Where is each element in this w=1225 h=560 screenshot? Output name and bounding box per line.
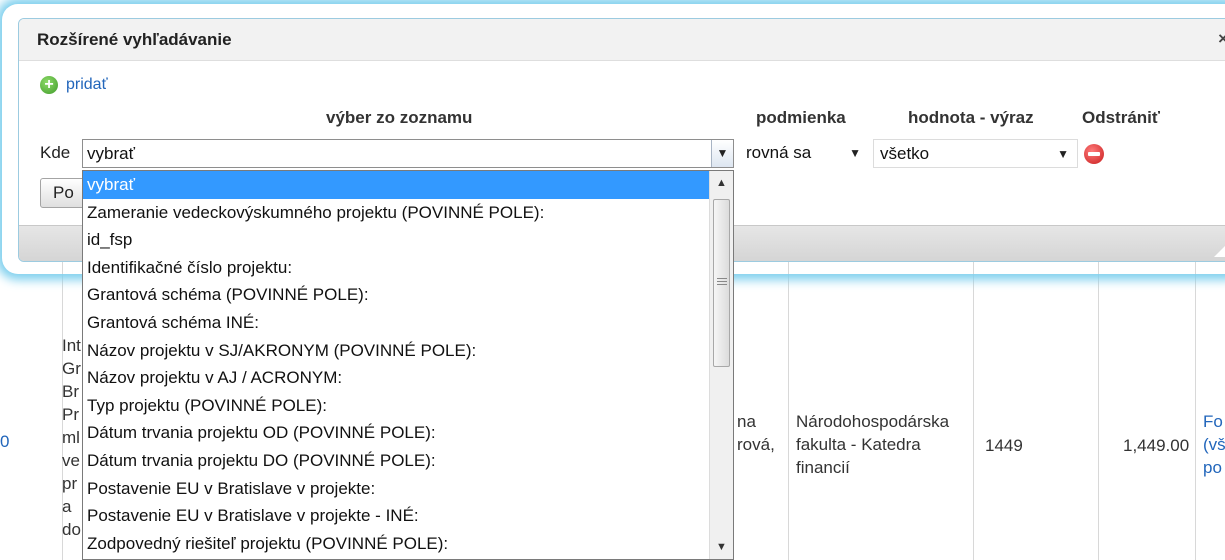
dropdown-option[interactable]: Zodpovedný riešiteľ projektu (POVINNÉ PO…	[83, 530, 709, 558]
dropdown-option[interactable]: id_fsp	[83, 226, 709, 254]
value-select[interactable]: všetko ▼	[873, 139, 1078, 168]
dropdown-option[interactable]: Postavenie EU v Bratislave v projekte:	[83, 475, 709, 503]
field-select-value: vybrať	[87, 144, 135, 163]
add-condition-label: pridať	[66, 76, 108, 93]
dropdown-option[interactable]: Dátum trvania projektu DO (POVINNÉ POLE)…	[83, 447, 709, 475]
amount-decimal-cell: 1,449.00	[1123, 436, 1190, 455]
table-col-divider	[1195, 262, 1196, 560]
condition-select-value: rovná sa	[746, 143, 812, 162]
close-icon[interactable]: ×	[1218, 29, 1225, 49]
form-link[interactable]: Fo (vš po	[1203, 410, 1225, 479]
chevron-down-icon: ▼	[1057, 147, 1069, 161]
condition-select[interactable]: rovná sa ▼	[740, 139, 869, 168]
dropdown-option[interactable]: Názov projektu v SJ/AKRONYM (POVINNÉ POL…	[83, 337, 709, 365]
dropdown-option[interactable]: Postavenie EU v Bratislave v projekte - …	[83, 502, 709, 530]
table-col-divider	[1098, 262, 1099, 560]
value-select-value: všetko	[880, 144, 930, 163]
remove-condition-icon[interactable]	[1084, 144, 1104, 164]
header-remove: Odstrániť	[1082, 108, 1161, 127]
header-field: výber zo zoznamu	[326, 108, 473, 127]
resize-handle-icon[interactable]	[1214, 239, 1225, 257]
plus-icon: +	[40, 76, 58, 94]
grip-icon	[717, 278, 727, 286]
scroll-up-icon[interactable]: ▲	[710, 171, 733, 195]
header-value: hodnota - výraz	[908, 108, 1034, 127]
table-col-divider	[788, 262, 789, 560]
field-select[interactable]: vybrať ▼	[82, 139, 734, 168]
field-dropdown-list[interactable]: vybrať Zameranie vedeckovýskumného proje…	[82, 170, 734, 560]
dialog-titlebar[interactable]: Rozšírené vyhľadávanie ×	[19, 19, 1225, 61]
dropdown-option[interactable]: Dátum trvania projektu OD (POVINNÉ POLE)…	[83, 419, 709, 447]
dropdown-option[interactable]: Grantová schéma INÉ:	[83, 309, 709, 337]
dialog-title: Rozšírené vyhľadávanie	[37, 30, 232, 49]
dropdown-option[interactable]: Zameranie vedeckovýskumného projektu (PO…	[83, 199, 709, 227]
dropdown-scrollbar[interactable]: ▲ ▼	[709, 171, 733, 559]
dropdown-option[interactable]: vybrať	[83, 171, 709, 199]
where-label: Kde	[40, 143, 71, 162]
dropdown-option[interactable]: Identifikačné číslo projektu:	[83, 254, 709, 282]
dropdown-option[interactable]: Grantová schéma (POVINNÉ POLE):	[83, 281, 709, 309]
row-number[interactable]: 0	[0, 432, 9, 452]
dropdown-options: vybrať Zameranie vedeckovýskumného proje…	[83, 171, 709, 557]
scrollbar-thumb[interactable]	[713, 199, 730, 367]
chevron-down-icon[interactable]: ▼	[711, 140, 733, 167]
project-title-cell: Int Gr Br Pr ml ve pr a do	[62, 336, 81, 539]
header-condition: podmienka	[756, 108, 846, 127]
dropdown-option[interactable]: Názov projektu v AJ / ACRONYM:	[83, 364, 709, 392]
person-cell: na rová,	[737, 412, 775, 454]
faculty-cell: Národohospodárska fakulta - Katedra fina…	[796, 412, 950, 477]
dropdown-option[interactable]: Typ projektu (POVINNÉ POLE):	[83, 392, 709, 420]
amount-cell: 1449	[985, 436, 1023, 455]
scroll-down-icon[interactable]: ▼	[710, 535, 733, 559]
add-condition-link[interactable]: + pridať	[40, 76, 108, 94]
chevron-down-icon: ▼	[849, 146, 861, 160]
